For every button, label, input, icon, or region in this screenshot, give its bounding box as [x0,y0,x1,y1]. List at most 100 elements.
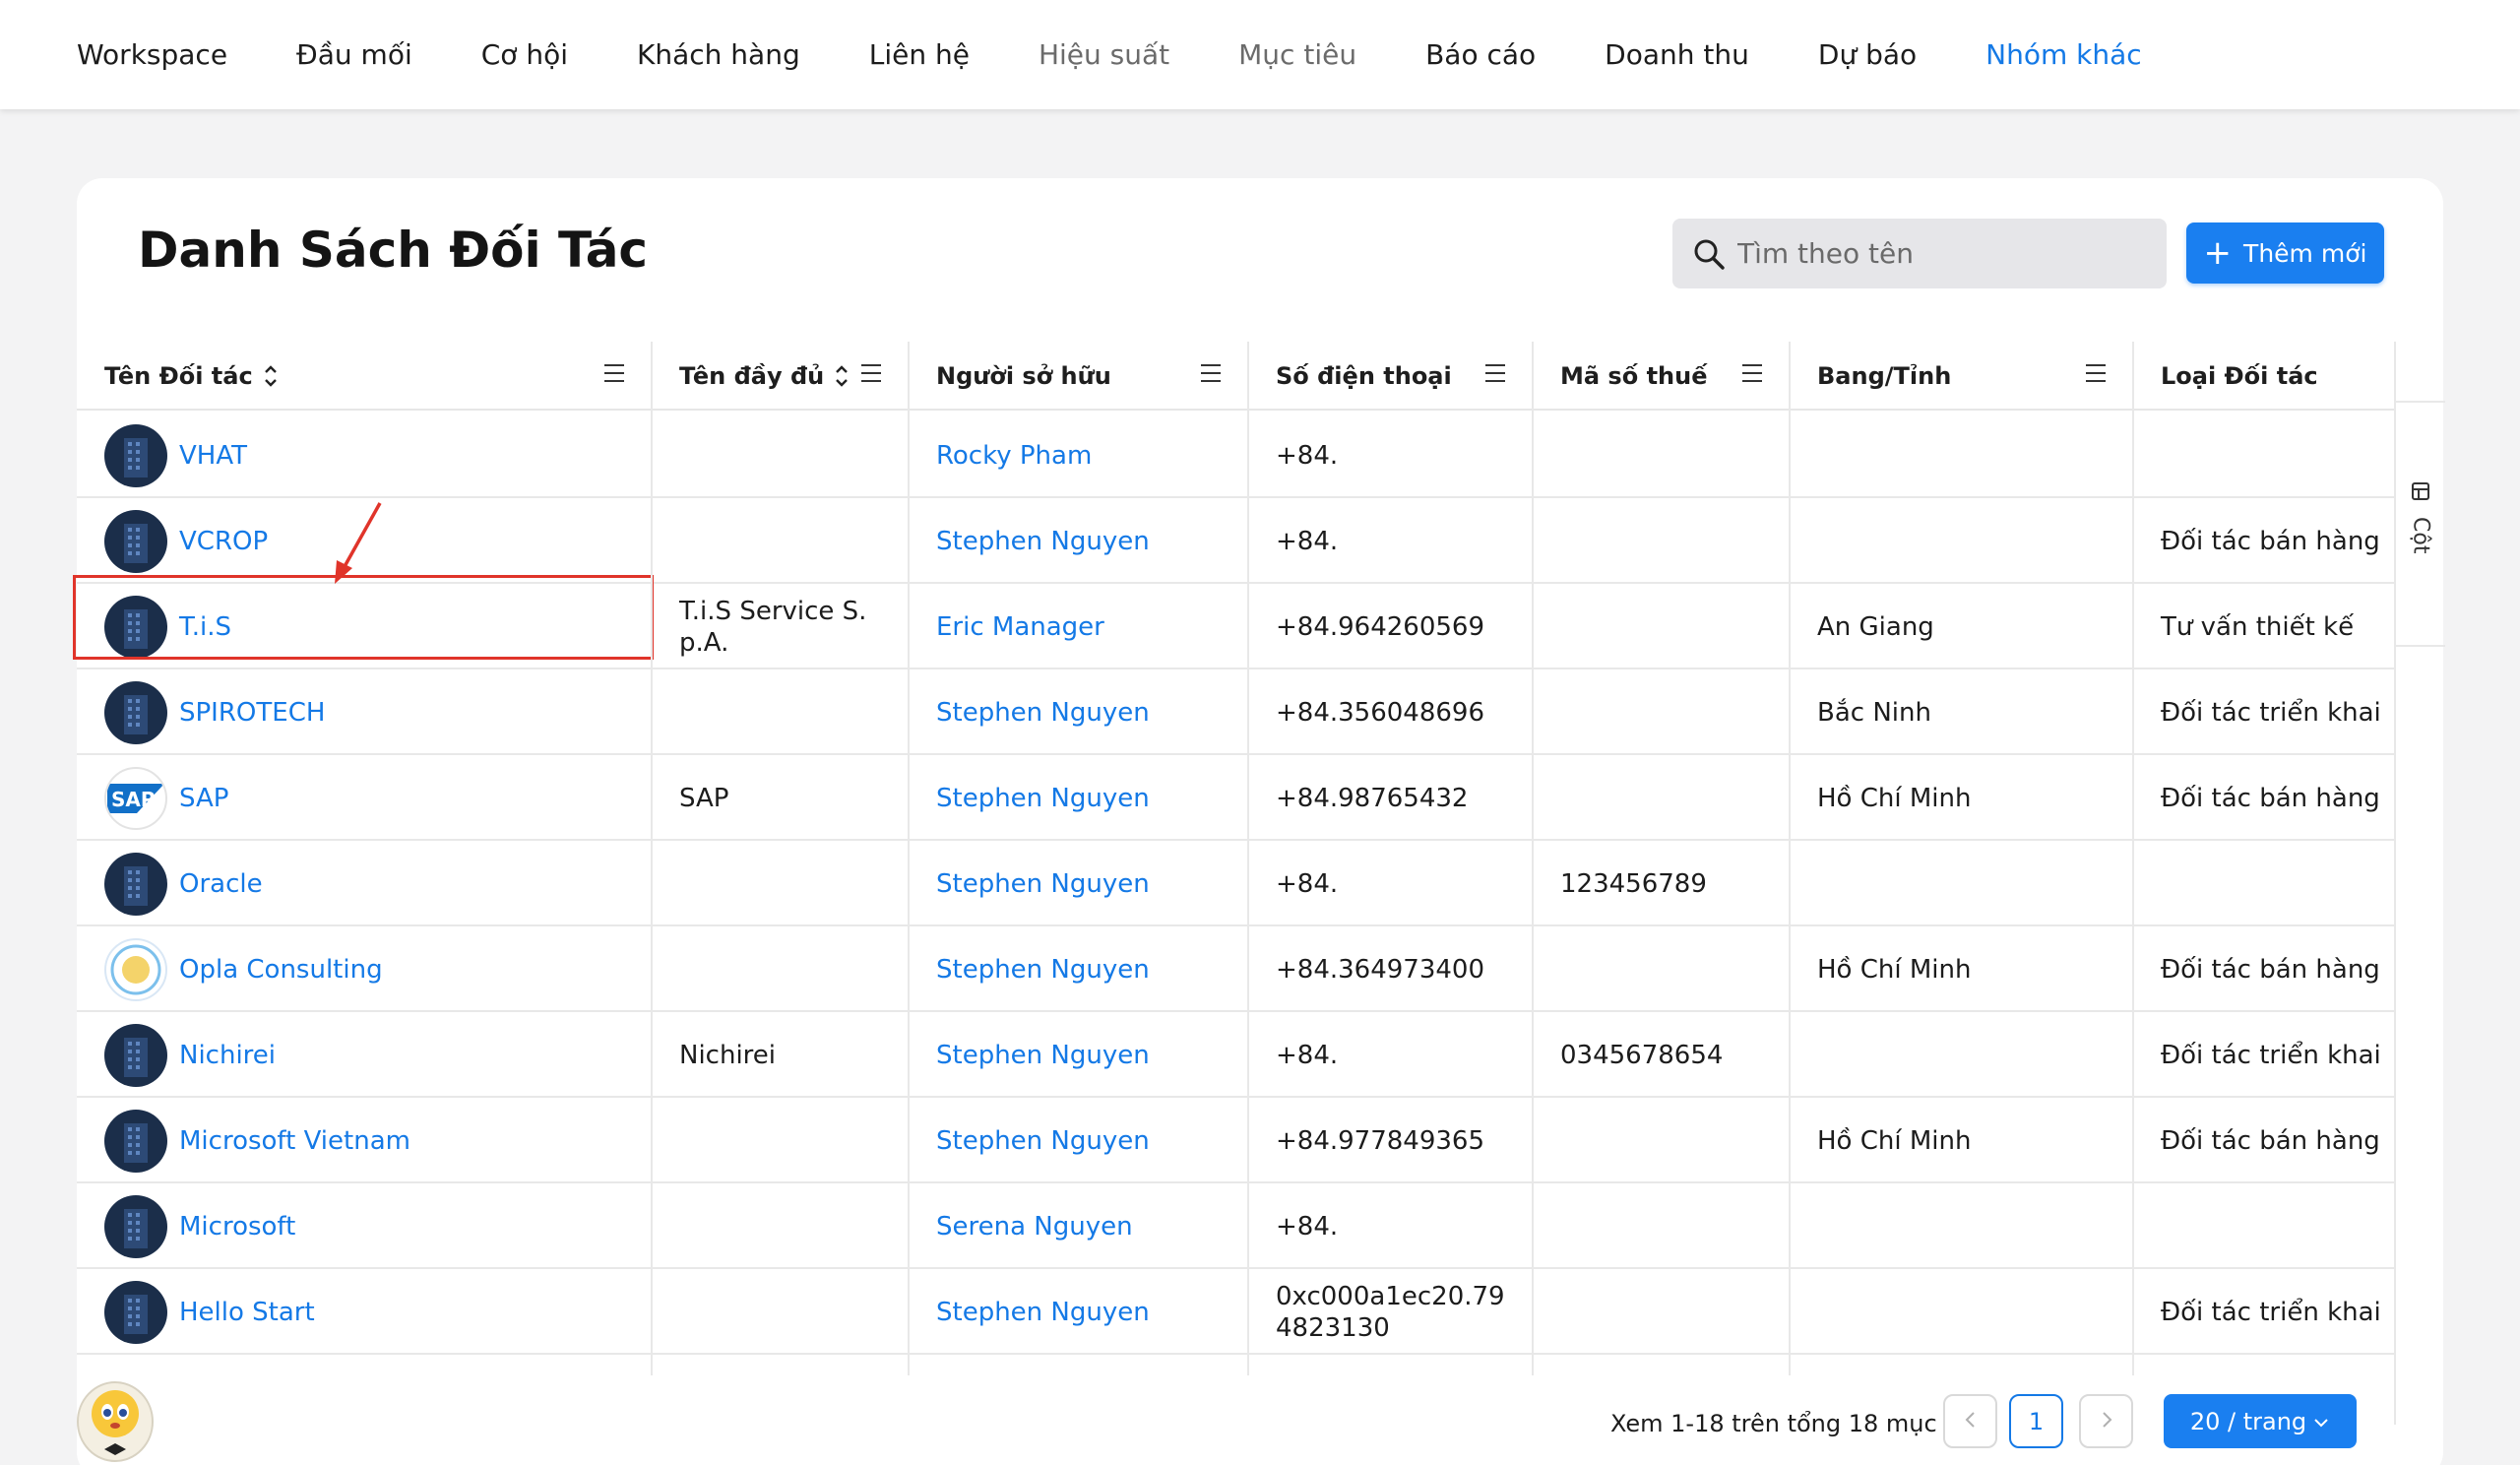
nav-item[interactable]: Liên hệ [869,38,970,71]
table-row[interactable]: SAP SAP SAP Stephen Nguyen +84.98765432 Hồ Ch… [77,755,2396,841]
column-header[interactable]: Mã số thuế [1533,342,1790,411]
nav-item[interactable]: Workspace [77,38,227,71]
cell-tax [1533,413,1790,498]
cell-name[interactable]: Oracle [77,841,652,926]
cell-owner[interactable]: Rocky Pham [909,413,1248,498]
column-header[interactable]: Bang/Tỉnh [1790,342,2133,411]
cell-owner[interactable]: Stephen Nguyen [909,498,1248,584]
cell-owner[interactable]: Stephen Nguyen [909,1269,1248,1355]
search-box[interactable] [1672,219,2167,288]
column-menu-icon[interactable] [602,361,626,391]
column-header[interactable]: Tên đầy đủ [652,342,909,411]
table-row[interactable]: Microsoft Serena Nguyen +84. [77,1183,2396,1269]
cell-text[interactable]: Stephen Nguyen [936,784,1150,813]
table-row[interactable]: SPIROTECH Stephen Nguyen +84.356048696 Bắc … [77,669,2396,755]
partner-name-link[interactable]: Oracle [179,869,263,899]
partner-name-link[interactable]: Microsoft [179,1212,295,1242]
cell-phone: +84. [1248,413,1533,498]
cell-name[interactable]: Hello Start [77,1269,652,1355]
table-row[interactable]: Oracle Stephen Nguyen +84. 123456789 [77,841,2396,926]
partner-name-link[interactable]: VHAT [179,441,247,471]
page-number-button[interactable]: 1 [2009,1394,2063,1448]
search-icon [1692,237,1726,271]
cell-name[interactable]: Microsoft Vietnam [77,1098,652,1183]
cell-text[interactable]: Stephen Nguyen [936,527,1150,556]
nav-item[interactable]: Cơ hội [481,38,568,71]
cell-owner[interactable]: Stephen Nguyen [909,755,1248,841]
partner-name-link[interactable]: Opla Consulting [179,955,383,985]
cell-owner[interactable]: Serena Nguyen [909,1183,1248,1269]
cell-text[interactable]: Serena Nguyen [936,1212,1133,1242]
table-row[interactable]: Opla Consulting Stephen Nguyen +84.3649734… [77,926,2396,1012]
cell-province: Hồ Chí Minh [1790,1098,2133,1183]
add-new-button[interactable]: + Thêm mới [2186,223,2384,284]
cell-text: +84. [1276,526,1339,556]
cell-text[interactable]: Stephen Nguyen [936,698,1150,728]
cell-name[interactable]: VHAT [77,413,652,498]
column-header[interactable]: Người sở hữu [909,342,1248,411]
cell-owner[interactable]: Stephen Nguyen [909,841,1248,926]
cell-name[interactable]: SAP SAP [77,755,652,841]
cell-text: +84. [1276,440,1339,471]
column-header[interactable]: Số điện thoại [1248,342,1533,411]
column-menu-icon[interactable] [2084,361,2108,391]
cell-name[interactable]: Microsoft [77,1183,652,1269]
cell-text[interactable]: Eric Manager [936,612,1104,642]
table-row[interactable]: Hello Start Stephen Nguyen 0xc000a1ec20.79… [77,1269,2396,1355]
cell-full-name [652,1098,909,1183]
building-icon [104,852,167,916]
column-menu-icon[interactable] [1740,361,1764,391]
cell-owner[interactable]: Stephen Nguyen [909,669,1248,755]
nav-item[interactable]: Đầu mối [296,38,412,71]
cell-name[interactable]: SPIROTECH [77,669,652,755]
nav-item[interactable]: Mục tiêu [1238,38,1356,71]
table-row[interactable]: Nichirei Nichirei Stephen Nguyen +84. 034567… [77,1012,2396,1098]
cell-text[interactable]: Stephen Nguyen [936,869,1150,899]
assistant-mascot-icon[interactable] [71,1370,159,1465]
nav-item[interactable]: Hiệu suất [1039,38,1169,71]
cell-name[interactable]: Nichirei [77,1012,652,1098]
column-menu-icon[interactable] [1483,361,1507,391]
cell-text[interactable]: Stephen Nguyen [936,1126,1150,1156]
cell-owner[interactable]: Stephen Nguyen [909,1098,1248,1183]
nav-item[interactable]: Khách hàng [637,38,800,71]
nav-item[interactable]: Doanh thu [1605,38,1749,71]
table-row[interactable]: VCROP Stephen Nguyen +84. Đối tác bán hàng [77,498,2396,584]
cell-owner[interactable]: Stephen Nguyen [909,926,1248,1012]
search-input[interactable] [1737,237,2151,270]
column-header-label: Loại Đối tác [2161,362,2318,390]
cell-owner[interactable]: Eric Manager [909,584,1248,669]
columns-tab[interactable]: Cột [2396,401,2445,647]
table-row[interactable]: VHAT Rocky Pham +84. [77,413,2396,498]
table-row[interactable]: Microsoft Vietnam Stephen Nguyen +84.97784… [77,1098,2396,1183]
cell-text: Hồ Chí Minh [1817,954,1972,985]
cell-text[interactable]: Stephen Nguyen [936,1298,1150,1327]
sort-icon[interactable] [263,362,279,390]
partner-name-link[interactable]: SAP [179,784,228,813]
partner-name-link[interactable]: Hello Start [179,1298,315,1327]
cell-province [1790,841,2133,926]
cell-type: Đối tác bán hàng [2133,1098,2396,1183]
partner-name-link[interactable]: VCROP [179,527,268,556]
cell-full-name [652,1269,909,1355]
cell-text[interactable]: Stephen Nguyen [936,955,1150,985]
page-size-select[interactable]: 20 / trang [2164,1394,2357,1448]
sort-icon[interactable] [834,362,850,390]
column-menu-icon[interactable] [859,361,883,391]
cell-text: Bắc Ninh [1817,697,1931,728]
cell-text[interactable]: Rocky Pham [936,441,1092,471]
column-menu-icon[interactable] [1199,361,1223,391]
partner-name-link[interactable]: Nichirei [179,1041,276,1070]
column-header[interactable]: Tên Đối tác [77,342,652,411]
partner-name-link[interactable]: Microsoft Vietnam [179,1126,410,1156]
column-header[interactable]: Loại Đối tác [2133,342,2396,411]
cell-owner[interactable]: Stephen Nguyen [909,1012,1248,1098]
cell-text[interactable]: Stephen Nguyen [936,1041,1150,1070]
next-page-button[interactable] [2079,1394,2133,1448]
nav-item[interactable]: Dự báo [1818,38,1917,71]
nav-item[interactable]: Nhóm khác [1985,38,2142,71]
partner-name-link[interactable]: SPIROTECH [179,698,325,728]
prev-page-button[interactable] [1943,1394,1997,1448]
cell-name[interactable]: Opla Consulting [77,926,652,1012]
nav-item[interactable]: Báo cáo [1425,38,1536,71]
